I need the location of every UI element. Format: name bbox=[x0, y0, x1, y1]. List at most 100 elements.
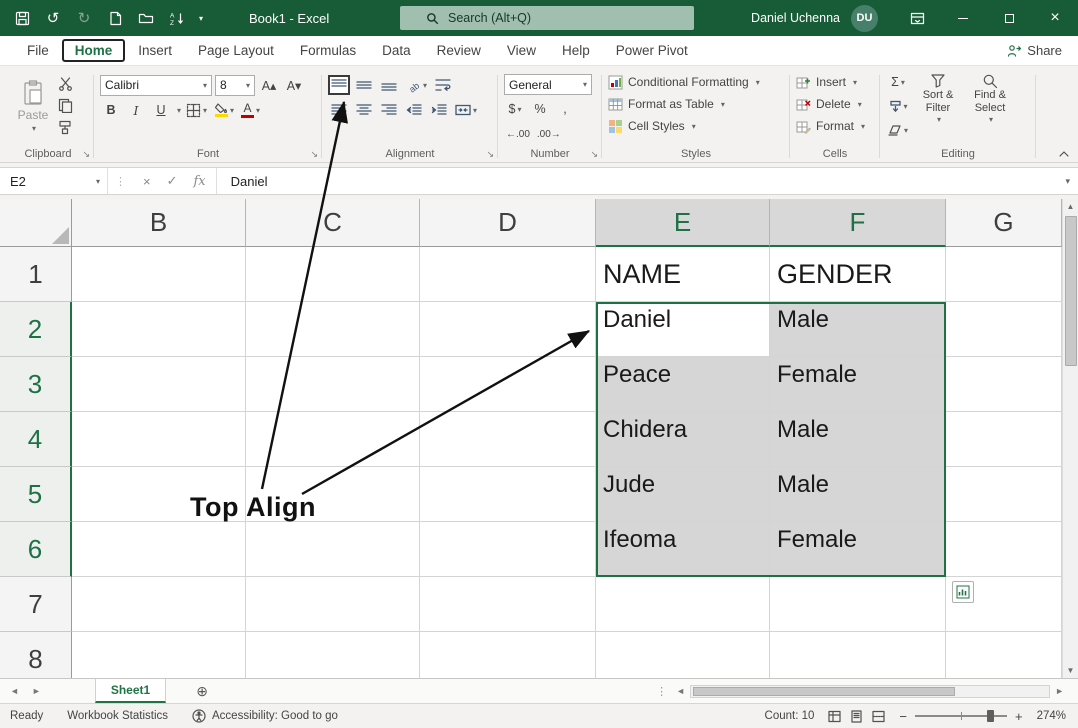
format-as-table-button[interactable]: Format as Table ▾ bbox=[608, 93, 784, 115]
cell-D2[interactable] bbox=[420, 302, 596, 357]
horizontal-scroll-thumb[interactable] bbox=[693, 687, 955, 696]
column-header-F[interactable]: F bbox=[770, 199, 946, 247]
format-cells-button[interactable]: Format ▾ bbox=[796, 115, 874, 137]
enter-icon[interactable]: ✓ bbox=[167, 173, 178, 189]
cell-E8[interactable] bbox=[596, 632, 770, 678]
increase-decimal-button[interactable]: ←.00 bbox=[504, 123, 532, 145]
tab-home[interactable]: Home bbox=[62, 39, 126, 62]
font-size-select[interactable]: 8 ▾ bbox=[215, 75, 255, 96]
row-header-6[interactable]: 6 bbox=[0, 522, 72, 577]
cell-E1[interactable]: NAME bbox=[596, 247, 770, 302]
delete-cells-button[interactable]: Delete ▾ bbox=[796, 93, 874, 115]
cell-C3[interactable] bbox=[246, 357, 420, 412]
tab-file[interactable]: File bbox=[14, 39, 62, 62]
underline-dropdown-icon[interactable]: ▾ bbox=[177, 106, 181, 115]
row-header-4[interactable]: 4 bbox=[0, 412, 72, 467]
italic-button[interactable]: I bbox=[125, 99, 147, 121]
column-header-B[interactable]: B bbox=[72, 199, 246, 247]
wrap-text-button[interactable] bbox=[432, 74, 454, 96]
bottom-align-button[interactable] bbox=[378, 74, 400, 96]
cell-C4[interactable] bbox=[246, 412, 420, 467]
accessibility-status[interactable]: Accessibility: Good to go bbox=[192, 709, 338, 723]
cell-C7[interactable] bbox=[246, 577, 420, 632]
share-button[interactable]: Share bbox=[1007, 43, 1062, 58]
cell-C5[interactable] bbox=[246, 467, 420, 522]
page-layout-view-icon[interactable] bbox=[850, 710, 863, 723]
expand-formula-bar-icon[interactable]: ▾ bbox=[1065, 176, 1070, 187]
autosum-button[interactable]: Σ▾ bbox=[886, 71, 910, 93]
zoom-slider-thumb[interactable] bbox=[987, 710, 994, 722]
increase-font-size-button[interactable]: A▴ bbox=[258, 74, 280, 96]
middle-align-button[interactable] bbox=[353, 74, 375, 96]
next-sheet-icon[interactable]: ► bbox=[32, 686, 41, 696]
scroll-down-icon[interactable]: ▼ bbox=[1067, 666, 1075, 675]
cell-G2[interactable] bbox=[946, 302, 1062, 357]
cell-E5[interactable]: Jude bbox=[596, 467, 770, 522]
cancel-icon[interactable]: × bbox=[143, 174, 151, 189]
hscroll-left-icon[interactable]: ◄ bbox=[676, 686, 685, 696]
tab-review[interactable]: Review bbox=[424, 39, 494, 62]
accounting-format-button[interactable]: $▾ bbox=[504, 98, 526, 120]
cell-E6[interactable]: Ifeoma bbox=[596, 522, 770, 577]
redo-icon[interactable]: ↻ bbox=[75, 9, 93, 27]
cell-D5[interactable] bbox=[420, 467, 596, 522]
row-header-2[interactable]: 2 bbox=[0, 302, 72, 357]
cell-F8[interactable] bbox=[770, 632, 946, 678]
open-folder-icon[interactable] bbox=[137, 9, 155, 27]
maximize-button[interactable] bbox=[986, 0, 1032, 36]
comma-style-button[interactable]: , bbox=[554, 98, 576, 120]
page-break-view-icon[interactable] bbox=[872, 710, 885, 723]
paste-button[interactable]: Paste ▾ bbox=[8, 71, 58, 141]
cell-G4[interactable] bbox=[946, 412, 1062, 467]
cell-B1[interactable] bbox=[72, 247, 246, 302]
zoom-in-button[interactable]: + bbox=[1015, 709, 1023, 724]
row-header-1[interactable]: 1 bbox=[0, 247, 72, 302]
cell-E4[interactable]: Chidera bbox=[596, 412, 770, 467]
close-button[interactable]: × bbox=[1032, 0, 1078, 36]
cell-D8[interactable] bbox=[420, 632, 596, 678]
add-sheet-icon[interactable]: ⊕ bbox=[196, 683, 208, 700]
row-header-8[interactable]: 8 bbox=[0, 632, 72, 678]
prev-sheet-icon[interactable]: ◄ bbox=[10, 686, 19, 696]
zoom-level[interactable]: 274% bbox=[1037, 710, 1066, 722]
cell-C2[interactable] bbox=[246, 302, 420, 357]
align-right-button[interactable] bbox=[378, 99, 400, 121]
cell-D1[interactable] bbox=[420, 247, 596, 302]
save-icon[interactable] bbox=[13, 9, 31, 27]
number-dialog-launcher[interactable]: ↘ bbox=[590, 149, 598, 160]
zoom-out-button[interactable]: − bbox=[899, 709, 907, 724]
cell-F6[interactable]: Female bbox=[770, 522, 946, 577]
sort-az-icon[interactable]: AZ bbox=[168, 9, 186, 27]
zoom-slider[interactable] bbox=[915, 715, 1007, 717]
cell-B7[interactable] bbox=[72, 577, 246, 632]
decrease-font-size-button[interactable]: A▾ bbox=[283, 74, 305, 96]
cell-styles-button[interactable]: Cell Styles ▾ bbox=[608, 115, 784, 137]
percent-style-button[interactable]: % bbox=[529, 98, 551, 120]
increase-indent-button[interactable] bbox=[428, 99, 450, 121]
cell-D3[interactable] bbox=[420, 357, 596, 412]
cell-B5[interactable] bbox=[72, 467, 246, 522]
cell-G8[interactable] bbox=[946, 632, 1062, 678]
cell-F3[interactable]: Female bbox=[770, 357, 946, 412]
insert-cells-button[interactable]: Insert ▾ bbox=[796, 71, 874, 93]
underline-button[interactable]: U bbox=[150, 99, 172, 121]
align-left-button[interactable] bbox=[328, 99, 350, 121]
horizontal-scrollbar[interactable] bbox=[690, 685, 1050, 698]
cell-G1[interactable] bbox=[946, 247, 1062, 302]
font-dialog-launcher[interactable]: ↘ bbox=[310, 149, 318, 160]
row-header-7[interactable]: 7 bbox=[0, 577, 72, 632]
cut-icon[interactable] bbox=[58, 77, 73, 91]
borders-button[interactable]: ▾ bbox=[184, 99, 209, 121]
cell-D4[interactable] bbox=[420, 412, 596, 467]
clear-button[interactable]: ▾ bbox=[886, 119, 910, 141]
cell-B3[interactable] bbox=[72, 357, 246, 412]
cell-G5[interactable] bbox=[946, 467, 1062, 522]
new-file-icon[interactable] bbox=[106, 9, 124, 27]
column-header-G[interactable]: G bbox=[946, 199, 1062, 247]
cell-E7[interactable] bbox=[596, 577, 770, 632]
font-name-select[interactable]: Calibri ▾ bbox=[100, 75, 212, 96]
cell-G3[interactable] bbox=[946, 357, 1062, 412]
cell-C1[interactable] bbox=[246, 247, 420, 302]
tab-view[interactable]: View bbox=[494, 39, 549, 62]
collapse-ribbon-icon[interactable] bbox=[1058, 150, 1070, 158]
